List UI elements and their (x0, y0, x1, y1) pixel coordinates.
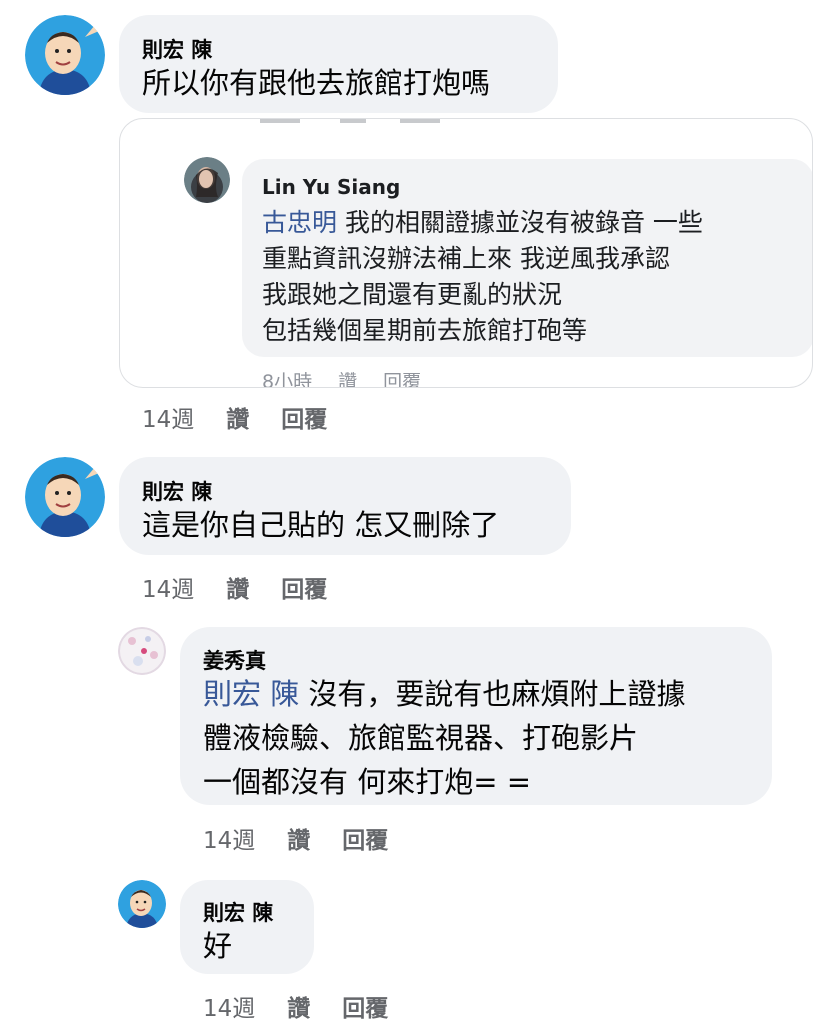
avatar[interactable] (184, 157, 230, 203)
comment-text-rest: 沒有，要說有也麻煩附上證據 (299, 677, 686, 711)
comment-actions: 14週讚回覆 (142, 570, 359, 604)
reply-button[interactable]: 回覆 (281, 400, 327, 434)
embedded-screenshot: Lin Yu Siang 古忠明 我的相關證據並沒有被錄音 一些 重點資訊沒辦法… (119, 118, 813, 388)
comment-text-line: 重點資訊沒辦法補上來 我逆風我承認 (262, 244, 670, 273)
user-avatar-icon (25, 457, 105, 537)
comment-text-rest: 我的相關證據並沒有被錄音 一些 (337, 208, 703, 237)
comment-text-line: 包括幾個星期前去旅館打砲等 (262, 316, 588, 345)
like-button[interactable]: 讚 (226, 400, 249, 434)
cropped-previous-actions (260, 119, 480, 125)
user-avatar-icon (25, 15, 105, 95)
avatar[interactable] (25, 15, 105, 95)
timestamp[interactable]: 14週 (203, 989, 255, 1023)
timestamp: 8小時 (262, 371, 313, 388)
comment-text: 這是你自己貼的 怎又刪除了 (142, 508, 500, 542)
comment-text-line: 一個都沒有 何來打炮= = (203, 765, 532, 799)
comment-bubble: 姜秀真 則宏 陳 沒有，要說有也麻煩附上證據 體液檢驗、旅館監視器、打砲影片 一… (180, 627, 772, 805)
like-button[interactable]: 讚 (287, 989, 310, 1023)
timestamp[interactable]: 14週 (142, 570, 194, 604)
reply-button[interactable]: 回覆 (342, 989, 388, 1023)
comment-text: 所以你有跟他去旅館打炮嗎 (142, 66, 491, 100)
comment-text-line: 則宏 陳 沒有，要說有也麻煩附上證據 (203, 671, 685, 717)
screenshot-comment-bubble: Lin Yu Siang 古忠明 我的相關證據並沒有被錄音 一些 重點資訊沒辦法… (242, 159, 812, 357)
reply-button[interactable]: 回覆 (281, 570, 327, 604)
mention-link[interactable]: 則宏 陳 (203, 677, 299, 711)
avatar[interactable] (118, 627, 166, 675)
like-button[interactable]: 讚 (338, 367, 357, 387)
avatar[interactable] (25, 457, 105, 537)
reply-button[interactable]: 回覆 (342, 821, 388, 855)
comment-text: 好 (203, 929, 233, 963)
avatar[interactable] (118, 880, 166, 928)
comment-author[interactable]: Lin Yu Siang (262, 175, 400, 199)
comment-text-line: 我跟她之間還有更亂的狀況 (262, 280, 563, 309)
reply-button[interactable]: 回覆 (383, 367, 421, 387)
timestamp[interactable]: 14週 (203, 821, 255, 855)
like-button[interactable]: 讚 (287, 821, 310, 855)
like-button[interactable]: 讚 (226, 570, 249, 604)
comment-bubble: 則宏 陳 所以你有跟他去旅館打炮嗎 (119, 15, 558, 113)
comment-text-line: 體液檢驗、旅館監視器、打砲影片 (203, 721, 639, 755)
user-avatar-icon (118, 627, 166, 675)
comment-actions: 14週讚回覆 (203, 821, 420, 855)
user-avatar-icon (118, 880, 166, 928)
screenshot-comment-actions: 8小時 讚 回覆 (262, 367, 447, 388)
comment-actions: 14週讚回覆 (203, 989, 420, 1023)
comment-text-line: 古忠明 我的相關證據並沒有被錄音 一些 (262, 205, 703, 241)
comment-bubble: 則宏 陳 這是你自己貼的 怎又刪除了 (119, 457, 571, 555)
user-avatar-icon (184, 157, 230, 203)
comment-bubble: 則宏 陳 好 (180, 880, 314, 974)
timestamp[interactable]: 14週 (142, 400, 194, 434)
comment-actions: 14週讚回覆 (142, 400, 359, 434)
mention-link[interactable]: 古忠明 (262, 208, 337, 237)
